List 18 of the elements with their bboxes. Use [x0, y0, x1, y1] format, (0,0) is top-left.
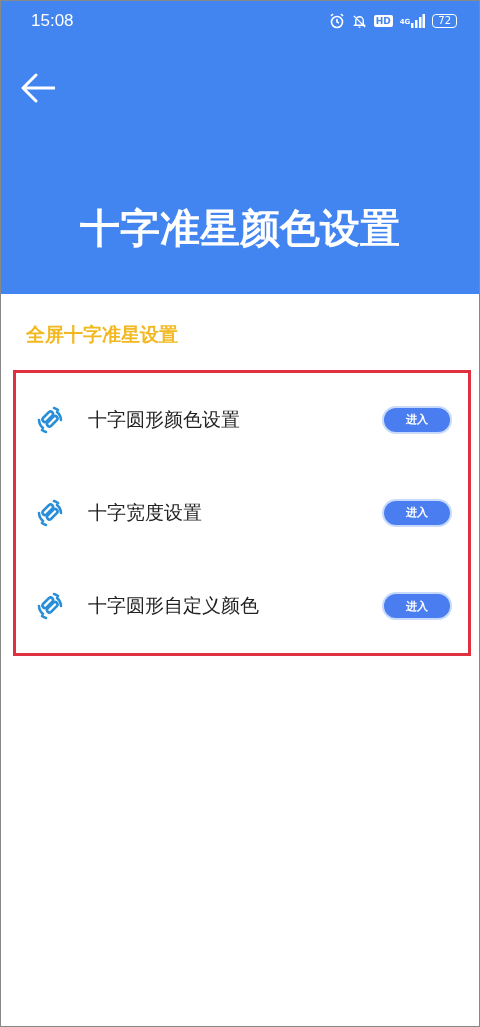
link-icon [36, 592, 64, 621]
back-arrow-icon[interactable] [21, 73, 55, 103]
hd-badge: HD [373, 15, 393, 27]
status-time: 15:08 [31, 11, 74, 31]
link-icon [36, 405, 64, 434]
enter-button[interactable]: 进入 [382, 499, 452, 527]
signal-icon [411, 14, 426, 28]
enter-button[interactable]: 进入 [382, 405, 452, 434]
bell-off-icon [351, 13, 367, 29]
setting-label: 十字圆形自定义颜色 [88, 593, 259, 619]
battery-level: 72 [432, 14, 457, 28]
setting-label: 十字圆形颜色设置 [88, 406, 240, 432]
page-title: 十字准星颜色设置 [79, 204, 401, 253]
link-icon [36, 499, 64, 527]
setting-label: 十字宽度设置 [88, 500, 202, 525]
section-title: 全屏十字准星设置 [26, 322, 179, 347]
alarm-icon [328, 13, 345, 29]
enter-button[interactable]: 进入 [382, 592, 452, 621]
